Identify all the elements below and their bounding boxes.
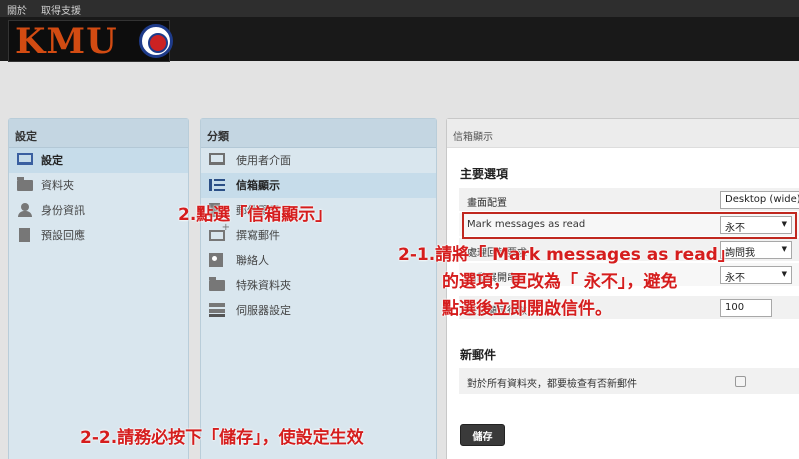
university-seal-icon [139,24,173,58]
logo-text: KMU [15,21,118,62]
kmu-logo[interactable]: KMU [8,20,173,62]
new-mail-heading: 新郵件 [460,348,497,362]
section-item-label: 撰寫郵件 [236,229,280,242]
header: KMU [0,17,799,62]
settings-item-identities[interactable]: 身份資訊 [9,198,188,223]
sections-panel-title: 分類 [201,119,436,148]
settings-item-folders[interactable]: 資料夾 [9,173,188,198]
option-label: 對於所有資料夾，都要檢查有否新郵件 [467,379,637,390]
list-icon [209,178,225,192]
top-bar: 關於 取得支援 [0,0,799,17]
settings-item-label: 預設回應 [41,229,85,242]
option-row-layout: 畫面配置 Desktop (wide) [459,188,799,212]
option-row-check-all-folders: 對於所有資料夾，都要檢查有否新郵件 [459,368,799,395]
section-item-user-interface[interactable]: 使用者介面 [201,148,436,173]
section-item-label: 信箱顯示 [236,179,280,192]
folder-icon [209,277,225,291]
compose-mail-icon [209,223,230,241]
option-label: 畫面配置 [467,198,507,209]
save-button[interactable]: 儲存 [460,424,505,446]
settings-item-label: 身份資訊 [41,204,85,217]
annotation-step-2: 2.點選「信箱顯示」 [178,205,333,225]
settings-item-preferences[interactable]: 設定 [9,148,188,173]
about-link[interactable]: 關於 [7,2,27,17]
check-all-folders-checkbox[interactable] [735,376,746,387]
settings-item-label: 設定 [41,154,63,167]
section-item-label: 使用者介面 [236,154,291,167]
section-item-label: 伺服器設定 [236,304,291,317]
annotation-line: 點選後立即開啟信件。 [442,299,612,319]
mark-as-read-highlight-box [462,212,797,239]
annotation-step-2-2: 2-2.請務必按下「儲存」，使設定生效 [80,428,364,448]
server-icon [209,303,225,317]
monitor-icon [17,153,33,165]
support-link[interactable]: 取得支援 [41,2,81,17]
main-panel-title: 信箱顯示 [447,119,799,148]
annotation-line: 的選項，更改為「 永不」，避免 [442,272,678,292]
section-item-label: 聯絡人 [236,254,269,267]
annotation-line: 2-1.請將「 Mark messages as read」 [398,245,735,265]
layout-select[interactable]: Desktop (wide) [720,191,799,209]
annotation-step-2-1: 2-1.請將「 Mark messages as read」 的選項，更改為「 … [398,242,735,323]
monitor-icon [209,153,225,165]
settings-panel-title: 設定 [9,119,188,148]
person-icon [17,203,33,217]
main-options-heading: 主要選項 [460,167,509,181]
settings-item-label: 資料夾 [41,179,74,192]
section-item-mailbox-view[interactable]: 信箱顯示 [201,173,436,198]
settings-panel: 設定 設定 資料夾 身份資訊 預設回應 [8,118,189,459]
document-icon [19,228,30,242]
folder-icon [17,177,33,191]
settings-item-responses[interactable]: 預設回應 [9,223,188,248]
contact-card-icon [209,253,223,267]
section-item-label: 特殊資料夾 [236,279,291,292]
